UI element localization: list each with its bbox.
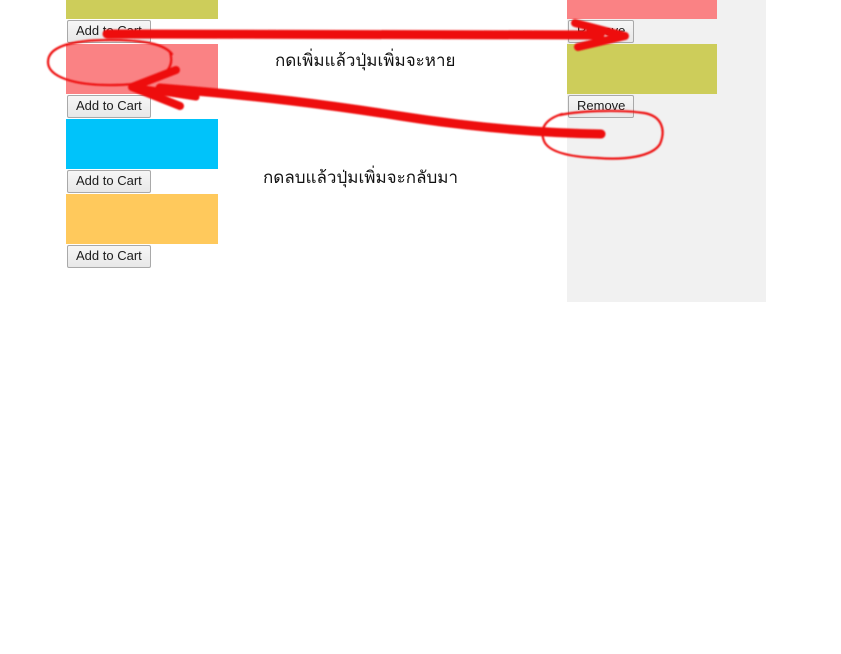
product-swatch-olive[interactable] (66, 0, 218, 19)
add-to-cart-button-4[interactable]: Add to Cart (67, 245, 151, 268)
add-to-cart-button-2[interactable]: Add to Cart (67, 95, 151, 118)
arrow-remove-to-add-shaft (155, 83, 606, 139)
product-row: Add to Cart (66, 169, 218, 244)
cart-panel: Remove Remove (567, 0, 766, 302)
product-row: Add to Cart (66, 19, 218, 94)
product-swatch-salmon[interactable] (66, 44, 218, 94)
cart-row: Remove (567, 94, 717, 119)
cart-item-list: Remove Remove (567, 0, 717, 119)
add-to-cart-button-1[interactable]: Add to Cart (67, 20, 151, 43)
caption-remove-behaviour: กดลบแล้วปุ่มเพิ่มจะกลับมา (263, 168, 459, 187)
cart-swatch-olive (567, 44, 717, 94)
product-swatch-orange[interactable] (66, 194, 218, 244)
add-to-cart-button-3[interactable]: Add to Cart (67, 170, 151, 193)
page-canvas: Add to Cart Add to Cart Add to Cart Add … (0, 0, 841, 654)
caption-add-behaviour: กดเพิ่มแล้วปุ่มเพิ่มจะหาย (275, 51, 456, 70)
product-row: Add to Cart (66, 94, 218, 169)
product-list: Add to Cart Add to Cart Add to Cart Add … (66, 0, 218, 269)
product-swatch-cyan[interactable] (66, 119, 218, 169)
cart-row: Remove (567, 19, 717, 94)
cart-swatch-salmon (567, 0, 717, 19)
remove-button-2[interactable]: Remove (568, 95, 635, 118)
product-row (66, 0, 218, 19)
cart-row (567, 0, 717, 19)
product-row: Add to Cart (66, 244, 218, 269)
remove-button-1[interactable]: Remove (568, 20, 635, 43)
